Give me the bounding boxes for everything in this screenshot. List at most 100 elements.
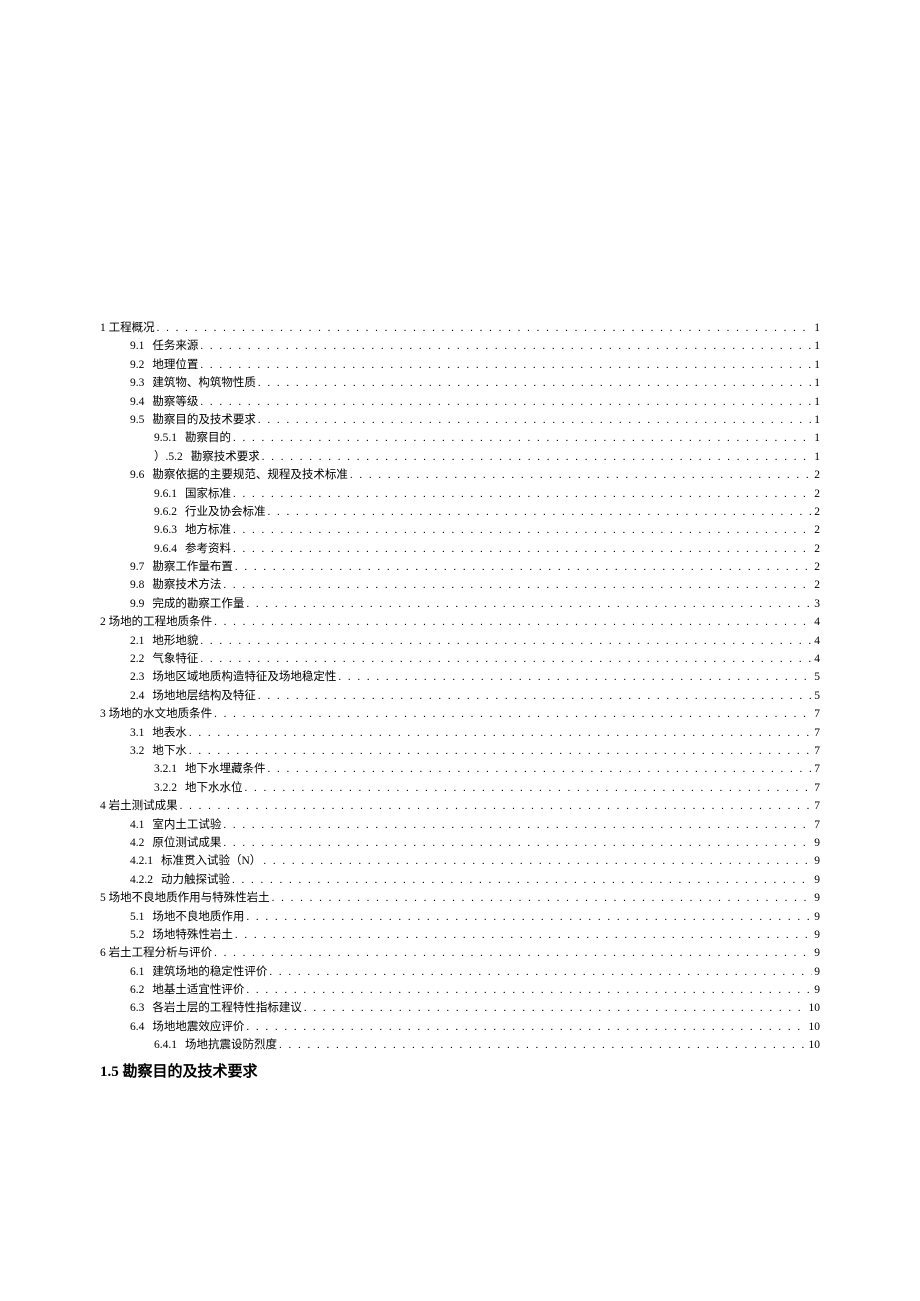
- toc-entry-number: 6.1: [130, 964, 144, 980]
- toc-dots-leader: . . . . . . . . . . . . . . . . . . . . …: [214, 707, 812, 722]
- toc-entry-title: 国家标准: [185, 486, 231, 502]
- toc-entry: ）.5.2 勘察技术要求 . . . . . . . . . . . . . . …: [100, 449, 820, 465]
- toc-dots-leader: . . . . . . . . . . . . . . . . . . . . …: [269, 965, 812, 980]
- toc-dots-leader: . . . . . . . . . . . . . . . . . . . . …: [246, 597, 812, 612]
- toc-entry: 9.6.3地方标准 . . . . . . . . . . . . . . . …: [100, 522, 820, 538]
- toc-dots-leader: . . . . . . . . . . . . . . . . . . . . …: [338, 670, 812, 685]
- toc-entry-title: 地表水: [152, 725, 187, 741]
- toc-entry-title: 勘察技术要求: [191, 449, 260, 465]
- toc-entry-title: 地下水埋藏条件: [185, 761, 266, 777]
- toc-entry-page: 7: [814, 743, 820, 759]
- toc-entry-title: 建筑物、构筑物性质: [152, 375, 256, 391]
- toc-entry-page: 5: [814, 669, 820, 685]
- toc-entry: 3 场地的水文地质条件 . . . . . . . . . . . . . . …: [100, 706, 820, 722]
- toc-dots-leader: . . . . . . . . . . . . . . . . . . . . …: [262, 450, 813, 465]
- toc-entry-title: 场地抗震设防烈度: [185, 1037, 277, 1053]
- toc-entry-number: 9.6: [130, 467, 144, 483]
- toc-entry: 2.1地形地貌 . . . . . . . . . . . . . . . . …: [100, 633, 820, 649]
- toc-entry: 3.2地下水 . . . . . . . . . . . . . . . . .…: [100, 743, 820, 759]
- toc-dots-leader: . . . . . . . . . . . . . . . . . . . . …: [246, 983, 812, 998]
- toc-entry: 2.2气象特征 . . . . . . . . . . . . . . . . …: [100, 651, 820, 667]
- toc-entry-number: 9.5: [130, 412, 144, 428]
- toc-entry: 4.2.1标准贯入试验（N） . . . . . . . . . . . . .…: [100, 853, 820, 869]
- toc-entry-number: 6.3: [130, 1000, 144, 1016]
- toc-entry-number: 9.7: [130, 559, 144, 575]
- toc-entry: 6.4.1场地抗震设防烈度 . . . . . . . . . . . . . …: [100, 1037, 820, 1053]
- toc-entry-title: 勘察目的及技术要求: [152, 412, 256, 428]
- toc-dots-leader: . . . . . . . . . . . . . . . . . . . . …: [200, 652, 812, 667]
- toc-entry: 9.6 勘察依据的主要规范、规程及技术标准 . . . . . . . . . .…: [100, 467, 820, 483]
- toc-entry-number: 5.1: [130, 909, 144, 925]
- toc-entry: 9.2地理位置 . . . . . . . . . . . . . . . . …: [100, 357, 820, 373]
- toc-entry-page: 2: [814, 522, 820, 538]
- toc-entry-title: 动力触探试验: [161, 872, 230, 888]
- toc-entry-title: 各岩土层的工程特性指标建议: [152, 1000, 302, 1016]
- toc-dots-leader: . . . . . . . . . . . . . . . . . . . . …: [233, 523, 812, 538]
- toc-entry-page: 2: [814, 577, 820, 593]
- toc-dots-leader: . . . . . . . . . . . . . . . . . . . . …: [223, 818, 812, 833]
- toc-entry-number: 9.1: [130, 338, 144, 354]
- toc-entry-page: 1: [814, 449, 820, 465]
- toc-dots-leader: . . . . . . . . . . . . . . . . . . . . …: [245, 781, 813, 796]
- toc-entry: 9.6.4参考资料 . . . . . . . . . . . . . . . …: [100, 541, 820, 557]
- toc-entry-title: 行业及协会标准: [185, 504, 266, 520]
- toc-entry-label: 3 场地的水文地质条件: [100, 706, 212, 722]
- toc-entry-title: 建筑场地的稳定性评价: [152, 964, 267, 980]
- toc-entry-page: 4: [814, 633, 820, 649]
- toc-entry-page: 2: [814, 541, 820, 557]
- toc-entry: 4 岩土测试成果 . . . . . . . . . . . . . . . .…: [100, 798, 820, 814]
- toc-entry-page: 1: [814, 430, 820, 446]
- toc-entry-title: 室内土工试验: [152, 817, 221, 833]
- toc-entry-number: 3.2.2: [154, 780, 177, 796]
- toc-entry-page: 9: [814, 835, 820, 851]
- toc-dots-leader: . . . . . . . . . . . . . . . . . . . . …: [258, 376, 812, 391]
- toc-dots-leader: . . . . . . . . . . . . . . . . . . . . …: [235, 928, 812, 943]
- toc-entry: 6 岩土工程分析与评价 . . . . . . . . . . . . . . …: [100, 945, 820, 961]
- toc-entry-page: 1: [814, 412, 820, 428]
- toc-dots-leader: . . . . . . . . . . . . . . . . . . . . …: [258, 413, 812, 428]
- toc-entry-page: 1: [814, 375, 820, 391]
- toc-entry: 5.2场地特殊性岩土 . . . . . . . . . . . . . . .…: [100, 927, 820, 943]
- toc-dots-leader: . . . . . . . . . . . . . . . . . . . . …: [246, 910, 812, 925]
- toc-entry: 3.2.2地下水水位 . . . . . . . . . . . . . . .…: [100, 780, 820, 796]
- toc-dots-leader: . . . . . . . . . . . . . . . . . . . . …: [189, 726, 812, 741]
- toc-entry-title: 场地地震效应评价: [152, 1019, 244, 1035]
- toc-entry-number: 6.4.1: [154, 1037, 177, 1053]
- toc-entry-page: 5: [814, 688, 820, 704]
- toc-dots-leader: . . . . . . . . . . . . . . . . . . . . …: [258, 689, 812, 704]
- toc-entry: 9.9完成的勘察工作量 . . . . . . . . . . . . . . …: [100, 596, 820, 612]
- toc-entry: 4.1室内土工试验 . . . . . . . . . . . . . . . …: [100, 817, 820, 833]
- toc-entry-number: 2.1: [130, 633, 144, 649]
- toc-entry-number: 9.2: [130, 357, 144, 373]
- toc-dots-leader: . . . . . . . . . . . . . . . . . . . . …: [232, 873, 812, 888]
- toc-entry-number: 2.4: [130, 688, 144, 704]
- toc-entry: 2 场地的工程地质条件 . . . . . . . . . . . . . . …: [100, 614, 820, 630]
- toc-entry-number: ）.5.2: [154, 449, 183, 465]
- toc-entry: 9.6.2行业及协会标准 . . . . . . . . . . . . . .…: [100, 504, 820, 520]
- toc-entry-page: 2: [814, 504, 820, 520]
- toc-entry-page: 7: [814, 817, 820, 833]
- table-of-contents: 1 工程概况 . . . . . . . . . . . . . . . . .…: [100, 320, 820, 1054]
- toc-entry-page: 9: [814, 909, 820, 925]
- toc-entry: 6.2地基土适宜性评价 . . . . . . . . . . . . . . …: [100, 982, 820, 998]
- toc-entry-page: 9: [814, 982, 820, 998]
- toc-entry: 6.1 建筑场地的稳定性评价 . . . . . . . . . . . . . …: [100, 964, 820, 980]
- toc-entry: 5 场地不良地质作用与特殊性岩土 . . . . . . . . . . . .…: [100, 890, 820, 906]
- toc-entry-label: 5 场地不良地质作用与特殊性岩土: [100, 890, 270, 906]
- toc-entry-title: 气象特征: [152, 651, 198, 667]
- toc-entry-title: 勘察等级: [152, 394, 198, 410]
- toc-entry-number: 9.3: [130, 375, 144, 391]
- toc-dots-leader: . . . . . . . . . . . . . . . . . . . . …: [350, 468, 812, 483]
- toc-entry-title: 勘察依据的主要规范、规程及技术标准: [152, 467, 348, 483]
- toc-entry-page: 2: [814, 467, 820, 483]
- toc-entry-page: 2: [814, 559, 820, 575]
- toc-entry-page: 10: [809, 1037, 821, 1053]
- toc-dots-leader: . . . . . . . . . . . . . . . . . . . . …: [157, 321, 813, 336]
- toc-entry-page: 7: [814, 725, 820, 741]
- toc-entry-number: 9.6.3: [154, 522, 177, 538]
- toc-entry-page: 1: [814, 338, 820, 354]
- toc-entry-title: 勘察技术方法: [152, 577, 221, 593]
- toc-entry-number: 4.2.1: [130, 853, 153, 869]
- toc-entry-number: 9.6.1: [154, 486, 177, 502]
- toc-dots-leader: . . . . . . . . . . . . . . . . . . . . …: [223, 578, 812, 593]
